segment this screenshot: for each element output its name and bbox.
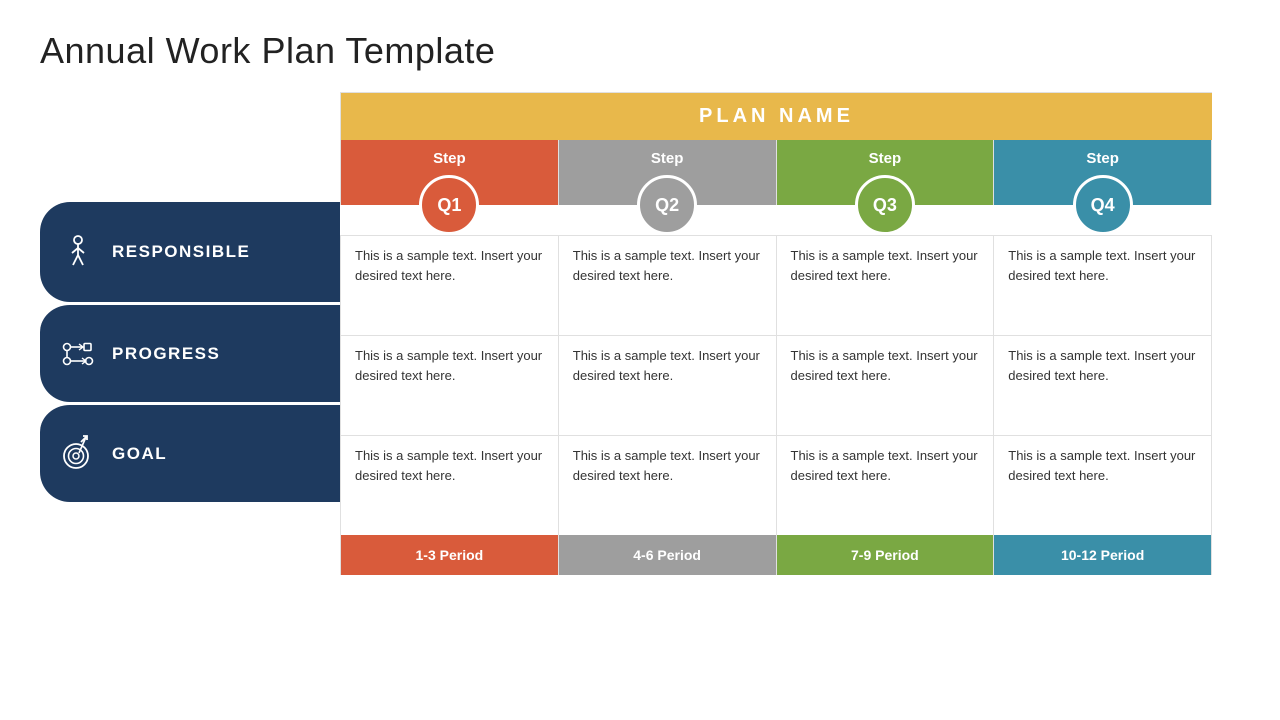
goal-cell-q2: This is a sample text. Insert your desir… — [559, 436, 777, 535]
step-col-q3: Step Q3 — [777, 140, 995, 205]
page-title: Annual Work Plan Template — [40, 30, 1240, 72]
content-grid: PLAN NAME Step Q1 Step Q2 Step Q3 Step — [340, 92, 1212, 575]
main-table-area: RESPONSIBLE — [40, 92, 1240, 575]
responsible-icon — [56, 230, 100, 274]
goal-icon — [56, 432, 100, 476]
step-circle-q4: Q4 — [1073, 175, 1133, 235]
period-cell-q4: 10-12 Period — [994, 535, 1212, 575]
responsible-cell-q4: This is a sample text. Insert your desir… — [994, 236, 1212, 335]
goal-data-row: This is a sample text. Insert your desir… — [341, 435, 1212, 535]
step-circle-q1: Q1 — [419, 175, 479, 235]
step-circle-q3: Q3 — [855, 175, 915, 235]
progress-cell-q2: This is a sample text. Insert your desir… — [559, 336, 777, 435]
period-cell-q2: 4-6 Period — [559, 535, 777, 575]
goal-label-row: GOAL — [40, 402, 340, 502]
responsible-label-text: RESPONSIBLE — [112, 242, 250, 262]
progress-cell-q3: This is a sample text. Insert your desir… — [777, 336, 995, 435]
period-cell-q1: 1-3 Period — [341, 535, 559, 575]
responsible-cell-q1: This is a sample text. Insert your desir… — [341, 236, 559, 335]
progress-label-row: PROGRESS — [40, 302, 340, 402]
step-col-q4: Step Q4 — [994, 140, 1212, 205]
period-row: 1-3 Period 4-6 Period 7-9 Period 10-12 P… — [340, 535, 1212, 575]
step-label-q2: Step — [651, 150, 684, 167]
progress-icon — [56, 332, 100, 376]
progress-cell-q1: This is a sample text. Insert your desir… — [341, 336, 559, 435]
plan-name-header: PLAN NAME — [340, 92, 1212, 140]
goal-cell-q4: This is a sample text. Insert your desir… — [994, 436, 1212, 535]
step-label-q1: Step — [433, 150, 466, 167]
step-label-q3: Step — [869, 150, 902, 167]
step-col-q2: Step Q2 — [559, 140, 777, 205]
responsible-label-row: RESPONSIBLE — [40, 202, 340, 302]
goal-cell-q3: This is a sample text. Insert your desir… — [777, 436, 995, 535]
progress-cell-q4: This is a sample text. Insert your desir… — [994, 336, 1212, 435]
responsible-data-row: This is a sample text. Insert your desir… — [341, 235, 1212, 335]
step-col-q1: Step Q1 — [341, 140, 559, 205]
step-label-q4: Step — [1086, 150, 1119, 167]
steps-row: Step Q1 Step Q2 Step Q3 Step Q4 — [340, 140, 1212, 205]
goal-cell-q1: This is a sample text. Insert your desir… — [341, 436, 559, 535]
step-circle-q2: Q2 — [637, 175, 697, 235]
data-rows: This is a sample text. Insert your desir… — [340, 235, 1212, 535]
responsible-cell-q2: This is a sample text. Insert your desir… — [559, 236, 777, 335]
period-cell-q3: 7-9 Period — [777, 535, 995, 575]
progress-label-text: PROGRESS — [112, 344, 220, 364]
goal-label-text: GOAL — [112, 444, 167, 464]
progress-data-row: This is a sample text. Insert your desir… — [341, 335, 1212, 435]
page-container: Annual Work Plan Template RESPO — [0, 0, 1280, 720]
labels-column: RESPONSIBLE — [40, 202, 340, 575]
responsible-cell-q3: This is a sample text. Insert your desir… — [777, 236, 995, 335]
